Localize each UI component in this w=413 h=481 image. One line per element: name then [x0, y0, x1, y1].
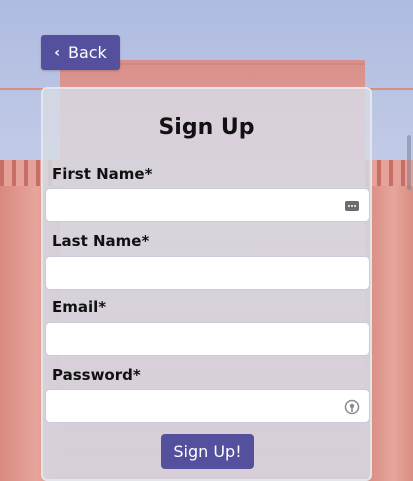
- sign-up-button[interactable]: Sign Up!: [161, 434, 254, 469]
- password-field[interactable]: [45, 389, 370, 423]
- email-label: Email*: [52, 298, 107, 316]
- autofill-card-icon[interactable]: [344, 198, 360, 214]
- first-name-field[interactable]: [45, 188, 370, 222]
- form-title: Sign Up: [158, 115, 255, 140]
- last-name-label: Last Name*: [52, 232, 150, 250]
- email-field[interactable]: [45, 322, 370, 356]
- page-scrollbar[interactable]: [407, 135, 411, 190]
- back-button[interactable]: ‹ Back: [41, 35, 120, 70]
- password-manager-icon[interactable]: [344, 399, 360, 415]
- last-name-input[interactable]: [46, 257, 369, 289]
- last-name-field[interactable]: [45, 256, 370, 290]
- first-name-input[interactable]: [46, 189, 369, 221]
- chevron-left-icon: ‹: [54, 44, 60, 61]
- email-input[interactable]: [46, 323, 369, 355]
- back-button-label: Back: [67, 43, 107, 62]
- bridge-right-girder: [365, 160, 413, 481]
- password-label: Password*: [52, 366, 141, 384]
- signup-form-panel: Sign Up First Name* Last Name* Email* Pa…: [41, 87, 372, 481]
- first-name-label: First Name*: [52, 165, 153, 183]
- password-input[interactable]: [46, 390, 369, 422]
